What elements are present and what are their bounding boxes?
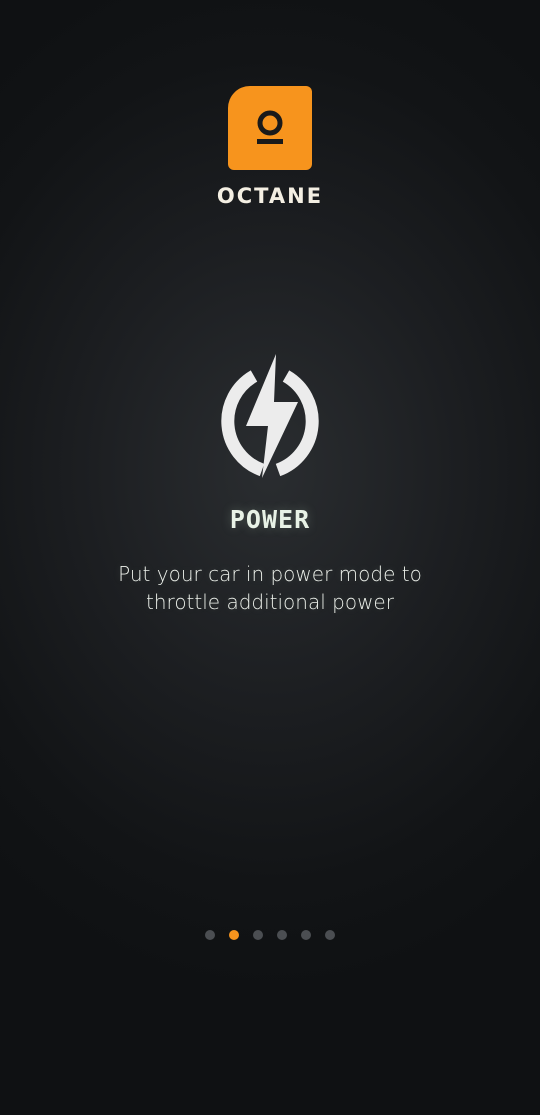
page-dot[interactable] <box>205 930 215 940</box>
octane-logo-icon <box>228 86 312 170</box>
page-dot-active[interactable] <box>229 930 239 940</box>
page-indicator <box>0 930 540 940</box>
power-bolt-icon <box>210 352 330 480</box>
brand-logo: OCTANE <box>0 86 540 208</box>
page-dot[interactable] <box>253 930 263 940</box>
page-dot[interactable] <box>277 930 287 940</box>
feature-description: Put your car in power mode to throttle a… <box>118 562 422 614</box>
page-dot[interactable] <box>301 930 311 940</box>
feature-title: POWER <box>229 505 311 534</box>
brand-name: OCTANE <box>216 184 324 208</box>
page-dot[interactable] <box>325 930 335 940</box>
